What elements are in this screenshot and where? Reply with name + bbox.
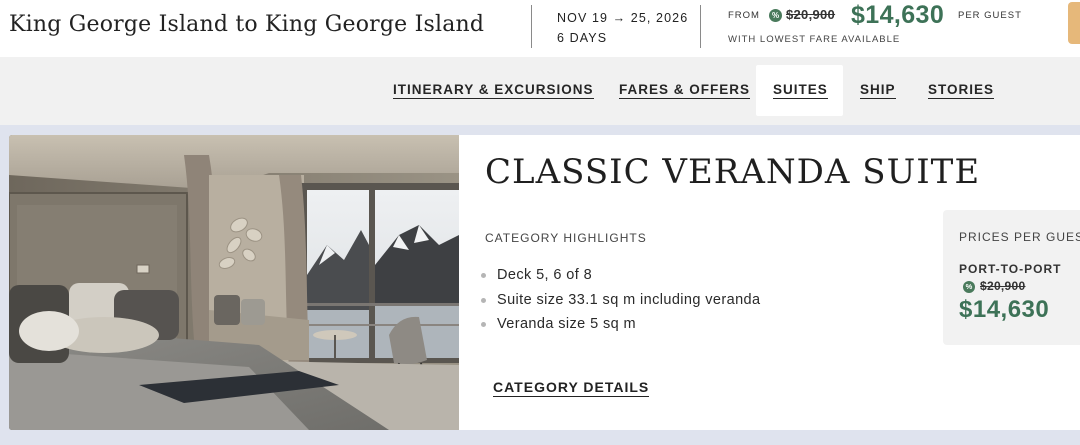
- highlights-list: Deck 5, 6 of 8 Suite size 33.1 sq m incl…: [481, 263, 760, 337]
- trip-header: King George Island to King George Island…: [0, 0, 1080, 57]
- route-title: King George Island to King George Island: [9, 12, 485, 37]
- header-divider: [531, 5, 532, 48]
- price-box: PRICES PER GUEST PORT-TO-PORT % $20,900 …: [943, 210, 1080, 345]
- original-price: $20,900: [786, 7, 836, 22]
- suite-card: CLASSIC VERANDA SUITE CATEGORY HIGHLIGHT…: [9, 135, 1080, 430]
- suite-interior-photo[interactable]: [9, 135, 459, 430]
- bullet-icon: [481, 273, 486, 278]
- trip-dates: NOV 19 → 25, 2026 6 DAYS: [557, 8, 688, 48]
- tab-suites[interactable]: SUITES: [756, 65, 843, 116]
- suite-title: CLASSIC VERANDA SUITE: [485, 152, 981, 192]
- prices-per-guest-heading: PRICES PER GUEST: [959, 230, 1080, 244]
- lowest-price: $14,630: [851, 1, 945, 29]
- category-details-link[interactable]: CATEGORY DETAILS: [493, 379, 650, 397]
- header-divider: [700, 5, 701, 48]
- lowest-fare-note: WITH LOWEST FARE AVAILABLE: [728, 34, 901, 45]
- suite-price: $14,630: [959, 296, 1050, 323]
- section-nav: ITINERARY & EXCURSIONS FARES & OFFERS SU…: [0, 57, 1080, 125]
- bullet-icon: [481, 322, 486, 327]
- percent-badge-icon: %: [769, 9, 782, 22]
- date-range: NOV 19 → 25, 2026: [557, 11, 689, 25]
- trip-duration: 6 DAYS: [557, 31, 608, 45]
- tab-ship[interactable]: SHIP: [860, 65, 896, 116]
- original-price: $20,900: [980, 279, 1026, 293]
- percent-badge-icon: %: [963, 281, 975, 293]
- request-quote-button[interactable]: [1068, 2, 1080, 44]
- per-guest-label: PER GUEST: [958, 10, 1022, 21]
- list-item: Deck 5, 6 of 8: [481, 263, 760, 288]
- bullet-icon: [481, 297, 486, 303]
- category-highlights-heading: CATEGORY HIGHLIGHTS: [485, 231, 647, 245]
- tab-itinerary-excursions[interactable]: ITINERARY & EXCURSIONS: [393, 65, 594, 116]
- list-item: Veranda size 5 sq m: [481, 312, 760, 337]
- fare-type-label: PORT-TO-PORT: [959, 262, 1062, 276]
- from-label: FROM: [728, 10, 760, 21]
- tab-stories[interactable]: STORIES: [928, 65, 995, 116]
- list-item: Suite size 33.1 sq m including veranda: [481, 288, 760, 313]
- tab-fares-offers[interactable]: FARES & OFFERS: [619, 65, 751, 116]
